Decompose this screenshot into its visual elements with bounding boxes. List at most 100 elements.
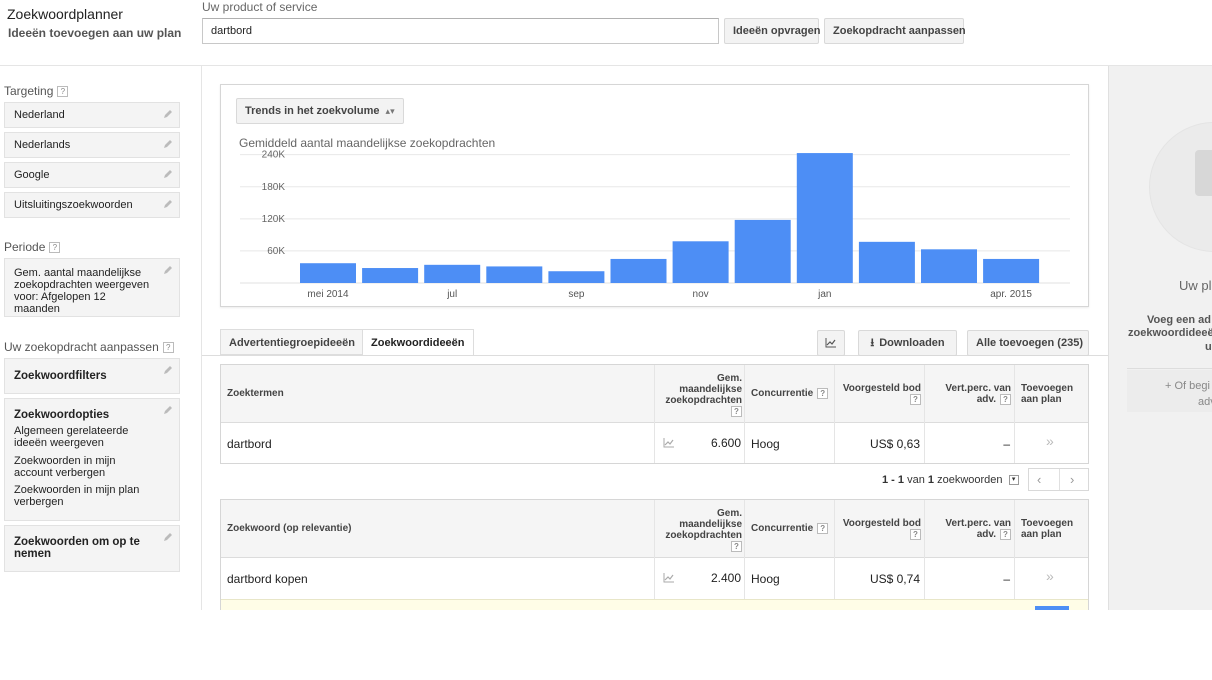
plan-title: Uw pl bbox=[1179, 278, 1212, 293]
table-row: dartbord 6.600 Hoog US$ 0,63 – » bbox=[221, 424, 1088, 464]
adjust-search-button[interactable]: Zoekopdracht aanpassen bbox=[824, 18, 966, 44]
chart-bar bbox=[424, 264, 481, 283]
x-tick-label: mei 2014 bbox=[307, 289, 349, 300]
chart-bar bbox=[610, 258, 667, 283]
chart-bar bbox=[921, 249, 977, 283]
col-header-competition[interactable]: Concurrentie? bbox=[751, 388, 829, 399]
app-title: Zoekwoordplanner bbox=[7, 6, 123, 22]
chevron-right-icon[interactable]: › bbox=[1070, 472, 1074, 487]
targeting-network[interactable]: Google bbox=[4, 162, 180, 188]
help-icon[interactable]: ? bbox=[162, 342, 174, 354]
competition-cell: Hoog bbox=[751, 572, 780, 586]
help-icon[interactable]: ? bbox=[817, 388, 829, 399]
x-tick-label: apr. 2015 bbox=[990, 289, 1032, 300]
help-icon[interactable]: ? bbox=[49, 242, 61, 254]
chart-toggle-button[interactable] bbox=[817, 330, 845, 356]
tab-ad-group-ideas[interactable]: Advertentiegroepideeën bbox=[220, 329, 364, 355]
service-input[interactable] bbox=[202, 18, 719, 44]
chevron-left-icon[interactable]: ‹ bbox=[1037, 472, 1041, 487]
pencil-icon bbox=[164, 200, 172, 208]
targeting-language[interactable]: Nederlands bbox=[4, 132, 180, 158]
add-all-button[interactable]: Alle toevoegen (235) bbox=[967, 330, 1089, 356]
col-header-searches[interactable]: Gem. maandelijkse zoekopdrachten? bbox=[661, 373, 742, 417]
targeting-heading: Targeting? bbox=[4, 84, 69, 98]
y-tick-label: 240K bbox=[262, 150, 286, 161]
chart-bar bbox=[300, 263, 356, 283]
table-row: dartbord kopen 2.400 Hoog US$ 0,74 – » bbox=[221, 559, 1088, 599]
get-ideas-button[interactable]: Ideeën opvragen bbox=[724, 18, 820, 44]
col-header-keyword[interactable]: Zoekwoord (op relevantie) bbox=[227, 523, 351, 534]
col-header-searches[interactable]: Gem. maandelijkse zoekopdrachten? bbox=[661, 508, 742, 552]
x-tick-label: jan bbox=[817, 289, 831, 300]
pencil-icon bbox=[164, 266, 172, 274]
col-header-share[interactable]: Vert.perc. van adv.? bbox=[933, 383, 1011, 405]
help-icon[interactable]: ? bbox=[910, 394, 921, 405]
keyword-options[interactable]: Zoekwoordopties Algemeen gerelateerde id… bbox=[4, 398, 180, 521]
chart-bar bbox=[362, 268, 419, 283]
y-tick-label: 60K bbox=[267, 246, 285, 257]
help-icon[interactable]: ? bbox=[57, 86, 69, 98]
plan-text-3: u bbox=[1205, 341, 1212, 353]
trend-chart-icon[interactable] bbox=[663, 438, 675, 448]
col-header-share[interactable]: Vert.perc. van adv.? bbox=[933, 518, 1011, 540]
option-hide-account: Zoekwoorden in mijn account verbergen bbox=[14, 455, 116, 479]
main-divider bbox=[201, 66, 202, 610]
chart-bar bbox=[548, 271, 605, 283]
add-to-plan-button[interactable]: » bbox=[1046, 568, 1054, 584]
plan-link-1[interactable]: + Of begi bbox=[1165, 380, 1210, 392]
adjust-search-heading: Uw zoekopdracht aanpassen? bbox=[4, 340, 174, 354]
period-setting[interactable]: Gem. aantal maandelijkse zoekopdrachten … bbox=[4, 258, 180, 317]
trend-chart-icon[interactable] bbox=[663, 573, 675, 583]
pager: ‹ › bbox=[1028, 468, 1089, 491]
share-cell: – bbox=[1003, 572, 1010, 586]
trends-dropdown[interactable]: Trends in het zoekvolume ▴▾ bbox=[236, 98, 404, 124]
app-subtitle: Ideeën toevoegen aan uw plan bbox=[8, 26, 182, 40]
header-divider bbox=[0, 65, 1212, 66]
x-tick-label: sep bbox=[568, 289, 585, 300]
y-tick-label: 180K bbox=[262, 182, 286, 193]
table-row-highlighted bbox=[221, 599, 1088, 610]
pencil-icon bbox=[164, 366, 172, 374]
sort-arrows-icon: ▴▾ bbox=[385, 106, 395, 116]
help-icon[interactable]: ? bbox=[910, 529, 921, 540]
chart-bar bbox=[858, 241, 915, 283]
search-terms-table: Zoektermen Gem. maandelijkse zoekopdrach… bbox=[220, 364, 1089, 464]
chart-bar bbox=[486, 266, 543, 283]
add-to-plan-button[interactable]: » bbox=[1046, 433, 1054, 449]
pencil-icon bbox=[164, 170, 172, 178]
pencil-icon bbox=[164, 406, 172, 414]
trend-chart: 60K 120K 180K 240K mei 2014 jul sep nov jan apr. … bbox=[240, 150, 1070, 300]
col-header-add: Toevoegen aan plan bbox=[1021, 518, 1074, 540]
tab-keyword-ideas[interactable]: Zoekwoordideeën bbox=[362, 329, 474, 356]
add-button-partial[interactable] bbox=[1035, 606, 1069, 610]
keyword-filters[interactable]: Zoekwoordfilters bbox=[4, 358, 180, 394]
col-header-competition[interactable]: Concurrentie? bbox=[751, 523, 829, 534]
col-header-bid[interactable]: Voorgesteld bod? bbox=[833, 383, 921, 405]
chart-bar bbox=[672, 241, 729, 283]
col-header-bid[interactable]: Voorgesteld bod? bbox=[833, 518, 921, 540]
col-header-term[interactable]: Zoektermen bbox=[227, 388, 284, 399]
x-tick-label: nov bbox=[693, 289, 709, 300]
help-icon[interactable]: ? bbox=[731, 406, 742, 417]
option-hide-plan: Zoekwoorden in mijn plan verbergen bbox=[14, 484, 140, 508]
period-heading: Periode? bbox=[4, 240, 61, 254]
keyword-cell: dartbord bbox=[227, 437, 272, 451]
bid-cell: US$ 0,74 bbox=[869, 572, 920, 586]
targeting-negative-keywords[interactable]: Uitsluitingszoekwoorden bbox=[4, 192, 180, 218]
pencil-icon bbox=[164, 533, 172, 541]
page-size-dropdown-icon[interactable]: ▾ bbox=[1008, 475, 1019, 486]
keywords-to-include[interactable]: Zoekwoorden om op te nemen bbox=[4, 525, 180, 572]
help-icon[interactable]: ? bbox=[1000, 529, 1011, 540]
plan-link-2[interactable]: adver bbox=[1198, 396, 1212, 408]
help-icon[interactable]: ? bbox=[1000, 394, 1011, 405]
plan-text-1: Voeg een ad bbox=[1147, 314, 1211, 326]
pagination-info: 1 - 1 van 1 zoekwoorden ▾ bbox=[882, 474, 1019, 486]
targeting-location[interactable]: Nederland bbox=[4, 102, 180, 128]
chart-bar bbox=[734, 219, 791, 283]
help-icon[interactable]: ? bbox=[731, 541, 742, 552]
help-icon[interactable]: ? bbox=[817, 523, 829, 534]
y-tick-label: 120K bbox=[262, 214, 286, 225]
chart-bar bbox=[983, 258, 1040, 283]
chart-bar bbox=[796, 153, 853, 283]
download-button[interactable]: ⭳ Downloaden bbox=[858, 330, 957, 356]
